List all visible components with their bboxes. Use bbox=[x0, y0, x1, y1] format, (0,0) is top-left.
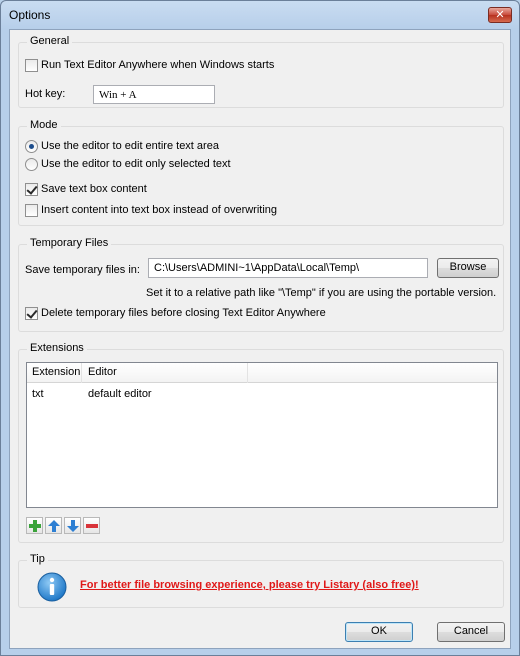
mode-group: Mode Use the editor to edit entire text … bbox=[18, 119, 504, 226]
ok-button[interactable]: OK bbox=[345, 622, 413, 642]
move-down-icon bbox=[67, 520, 79, 532]
move-up-icon bbox=[48, 520, 60, 532]
move-up-button[interactable] bbox=[45, 517, 62, 534]
delete-temp-checkbox[interactable] bbox=[25, 307, 38, 320]
remove-extension-button[interactable] bbox=[83, 517, 100, 534]
extensions-list[interactable]: Extension Editor txt default editor bbox=[26, 362, 498, 508]
run-on-startup-checkbox[interactable] bbox=[25, 59, 38, 72]
tip-group: Tip For better file browsing experience,… bbox=[18, 553, 504, 608]
column-editor[interactable]: Editor bbox=[88, 366, 117, 378]
save-textbox-checkbox[interactable] bbox=[25, 183, 38, 196]
edit-selected-label: Use the editor to edit only selected tex… bbox=[41, 158, 231, 170]
extensions-group-title: Extensions bbox=[27, 342, 87, 354]
hotkey-label: Hot key: bbox=[25, 88, 66, 100]
insert-content-checkbox[interactable] bbox=[25, 204, 38, 217]
add-icon bbox=[29, 520, 41, 532]
temp-files-group: Temporary Files Save temporary files in:… bbox=[18, 237, 504, 332]
temp-files-group-title: Temporary Files bbox=[27, 237, 112, 249]
extension-cell: txt bbox=[32, 388, 44, 400]
extensions-list-header: Extension Editor bbox=[27, 363, 497, 383]
save-temp-label: Save temporary files in: bbox=[25, 264, 140, 276]
editor-cell: default editor bbox=[88, 388, 152, 400]
general-group-title: General bbox=[27, 35, 73, 47]
temp-path-hint: Set it to a relative path like "\Temp" i… bbox=[146, 287, 497, 299]
add-extension-button[interactable] bbox=[26, 517, 43, 534]
temp-path-field[interactable]: C:\Users\ADMINI~1\AppData\Local\Temp\ bbox=[148, 258, 428, 278]
listary-link[interactable]: For better file browsing experience, ple… bbox=[80, 579, 419, 591]
general-group: General Run Text Editor Anywhere when Wi… bbox=[18, 35, 504, 108]
browse-button[interactable]: Browse bbox=[437, 258, 499, 278]
extensions-group: Extensions Extension Editor txt default … bbox=[18, 342, 504, 543]
insert-content-label: Insert content into text box instead of … bbox=[41, 204, 278, 216]
column-extension[interactable]: Extension bbox=[32, 366, 80, 378]
edit-selected-radio[interactable] bbox=[25, 158, 38, 171]
tip-group-title: Tip bbox=[27, 553, 48, 565]
edit-entire-label: Use the editor to edit entire text area bbox=[41, 140, 219, 152]
run-on-startup-label: Run Text Editor Anywhere when Windows st… bbox=[41, 59, 275, 71]
info-icon bbox=[37, 572, 67, 602]
remove-icon bbox=[86, 524, 98, 528]
close-button[interactable]: ✕ bbox=[488, 7, 512, 23]
delete-temp-label: Delete temporary files before closing Te… bbox=[41, 307, 326, 319]
move-down-button[interactable] bbox=[64, 517, 81, 534]
edit-entire-radio[interactable] bbox=[25, 140, 38, 153]
options-window: Options ✕ General Run Text Editor Anywhe… bbox=[0, 0, 520, 656]
column-divider[interactable] bbox=[81, 363, 82, 383]
extensions-toolbar bbox=[26, 517, 106, 535]
table-row[interactable]: txt default editor bbox=[27, 385, 497, 403]
save-textbox-label: Save text box content bbox=[41, 183, 147, 195]
hotkey-field[interactable]: Win + A bbox=[93, 85, 215, 104]
window-title: Options bbox=[9, 8, 51, 22]
title-bar[interactable]: Options ✕ bbox=[1, 1, 519, 29]
mode-group-title: Mode bbox=[27, 119, 61, 131]
column-divider[interactable] bbox=[247, 363, 248, 383]
cancel-button[interactable]: Cancel bbox=[437, 622, 505, 642]
dialog-body: General Run Text Editor Anywhere when Wi… bbox=[9, 29, 511, 649]
